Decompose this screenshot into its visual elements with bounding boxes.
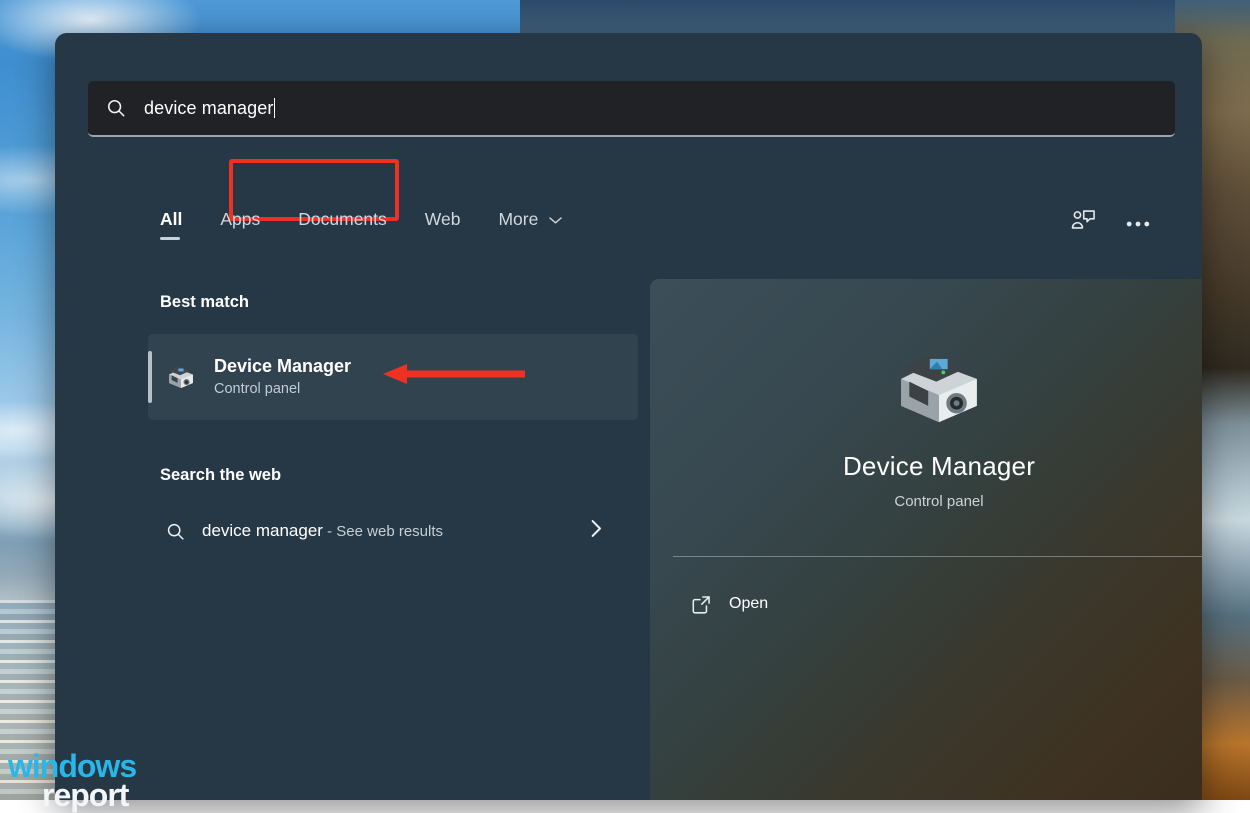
tab-web[interactable]: Web xyxy=(425,209,461,240)
tab-all[interactable]: All xyxy=(160,209,182,240)
preview-subtitle: Control panel xyxy=(650,493,1202,510)
windows-search-flyout: device manager All Apps Documents Web Mo… xyxy=(55,33,1202,800)
search-bar[interactable]: device manager xyxy=(88,81,1175,137)
result-item-web-search[interactable]: device manager - See web results xyxy=(148,507,638,555)
result-item-subtitle: Control panel xyxy=(214,379,351,401)
preview-action-open[interactable]: Open xyxy=(673,582,768,626)
device-manager-icon xyxy=(650,341,1202,433)
web-search-suffix: - See web results xyxy=(323,523,443,540)
watermark-line2: report xyxy=(42,781,136,810)
result-preview-panel: Device Manager Control panel Open xyxy=(650,279,1202,800)
text-caret xyxy=(274,98,275,118)
chevron-down-icon xyxy=(549,209,562,230)
search-header-actions xyxy=(1070,209,1150,238)
tab-more-label: More xyxy=(498,209,538,229)
tab-documents-label: Documents xyxy=(298,209,387,229)
tab-apps[interactable]: Apps xyxy=(220,209,260,240)
chevron-right-icon[interactable] xyxy=(591,520,602,543)
tab-web-label: Web xyxy=(425,209,461,229)
feedback-icon[interactable] xyxy=(1070,209,1096,238)
result-item-title: Device Manager xyxy=(214,353,351,379)
tab-more[interactable]: More xyxy=(498,209,562,240)
preview-divider xyxy=(673,556,1202,557)
search-filter-tabs: All Apps Documents Web More xyxy=(160,209,562,240)
preview-title: Device Manager xyxy=(650,451,1202,482)
search-input[interactable]: device manager xyxy=(144,98,1175,119)
tab-documents[interactable]: Documents xyxy=(298,209,387,240)
search-the-web-section: Search the web device manager - See web … xyxy=(160,466,638,555)
search-icon xyxy=(88,97,144,119)
more-options-icon[interactable] xyxy=(1126,215,1150,233)
search-field-container[interactable]: device manager xyxy=(88,81,1175,137)
search-results-list: Best match Device Manager Control panel xyxy=(160,293,638,555)
watermark: windows report xyxy=(8,752,136,811)
preview-action-open-label: Open xyxy=(729,595,768,613)
result-item-device-manager[interactable]: Device Manager Control panel xyxy=(148,334,638,420)
web-search-query: device manager xyxy=(202,521,323,540)
search-input-value: device manager xyxy=(144,98,273,119)
best-match-section-title: Best match xyxy=(160,293,638,312)
web-section-title: Search the web xyxy=(160,466,638,485)
tab-all-label: All xyxy=(160,209,182,229)
open-external-icon xyxy=(673,594,729,615)
tab-apps-label: Apps xyxy=(220,209,260,229)
device-manager-icon xyxy=(148,362,214,392)
search-icon xyxy=(148,521,202,542)
